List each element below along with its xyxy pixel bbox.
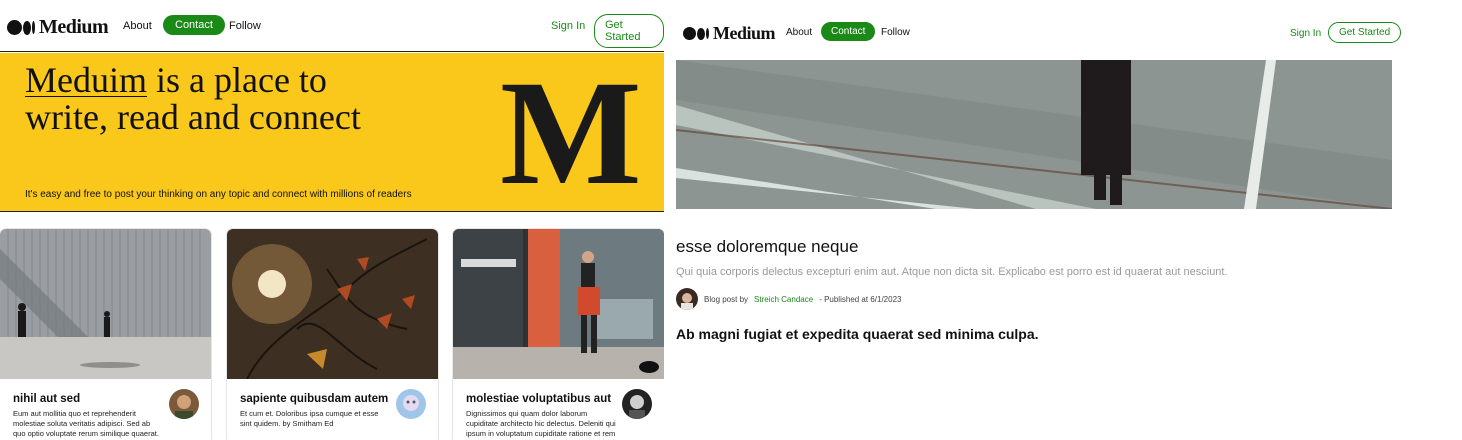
- author-avatar[interactable]: [676, 288, 698, 310]
- post-card-description: Eum aut mollitia quo et reprehenderit mo…: [13, 409, 159, 438]
- post-card-title: nihil aut sed: [13, 393, 81, 405]
- medium-logo-icon: [7, 20, 35, 35]
- home-navbar: Medium About Contact Follow Sign In Get …: [0, 0, 664, 52]
- hero-tagline: It's easy and free to post your thinking…: [25, 189, 412, 200]
- author-avatar: [169, 389, 199, 419]
- article-page: Medium About Contact Follow Sign In Get …: [664, 0, 1462, 440]
- published-date: - Published at 6/1/2023: [819, 294, 902, 304]
- author-link[interactable]: Streich Candace: [754, 295, 813, 304]
- post-card-description: Et cum et. Doloribus ipsa cumque et esse…: [240, 409, 379, 428]
- post-card-image: [0, 229, 211, 379]
- post-card[interactable]: sapiente quibusdam autem Et cum et. Dolo…: [227, 229, 438, 440]
- get-started-button[interactable]: Get Started: [594, 14, 664, 48]
- hero-big-m-logo: M: [500, 50, 642, 216]
- article-title: esse doloremque neque: [676, 237, 859, 256]
- post-card[interactable]: nihil aut sed Eum aut mollitia quo et re…: [0, 229, 211, 440]
- article-meta: Blog post by Streich Candace - Published…: [676, 288, 901, 310]
- article-subtitle: Qui quia corporis delectus excepturi eni…: [676, 266, 1228, 278]
- post-card-title: molestiae voluptatibus aut: [466, 393, 612, 405]
- medium-logo-icon: [683, 27, 709, 40]
- logo-text: Medium: [713, 23, 776, 43]
- hero-headline: Meduim is a place to write, read and con…: [25, 62, 405, 136]
- medium-logo[interactable]: Medium: [683, 23, 776, 44]
- nav-about-link[interactable]: About: [123, 20, 152, 32]
- logo-text: Medium: [39, 16, 109, 38]
- nav-contact-button[interactable]: Contact: [821, 22, 876, 41]
- home-page: Medium About Contact Follow Sign In Get …: [0, 0, 664, 440]
- sign-in-link[interactable]: Sign In: [1290, 28, 1321, 39]
- nav-contact-button[interactable]: Contact: [163, 15, 225, 35]
- nav-follow-link[interactable]: Follow: [881, 27, 910, 38]
- medium-logo[interactable]: Medium: [7, 16, 109, 39]
- post-card-image: [453, 229, 664, 379]
- author-avatar: [622, 389, 652, 419]
- nav-follow-link[interactable]: Follow: [229, 20, 261, 32]
- get-started-button[interactable]: Get Started: [1328, 22, 1402, 43]
- article-body: Ab magni fugiat et expedita quaerat sed …: [676, 326, 1039, 342]
- sign-in-link[interactable]: Sign In: [551, 20, 585, 32]
- post-card-title: sapiente quibusdam autem: [240, 393, 389, 405]
- post-card-image: [227, 229, 438, 379]
- author-avatar: [396, 389, 426, 419]
- article-cover-image: [676, 60, 1392, 209]
- nav-about-link[interactable]: About: [786, 27, 812, 38]
- post-card[interactable]: molestiae voluptatibus aut Dignissimos q…: [453, 229, 664, 440]
- hero-banner: Meduim is a place to write, read and con…: [0, 53, 664, 212]
- meta-prefix: Blog post by: [704, 294, 749, 304]
- hero-headline-brand: Meduim: [25, 60, 147, 100]
- article-navbar: Medium About Contact Follow Sign In Get …: [664, 0, 1462, 60]
- post-card-description: Dignissimos qui quam dolor laborum cupid…: [466, 409, 616, 438]
